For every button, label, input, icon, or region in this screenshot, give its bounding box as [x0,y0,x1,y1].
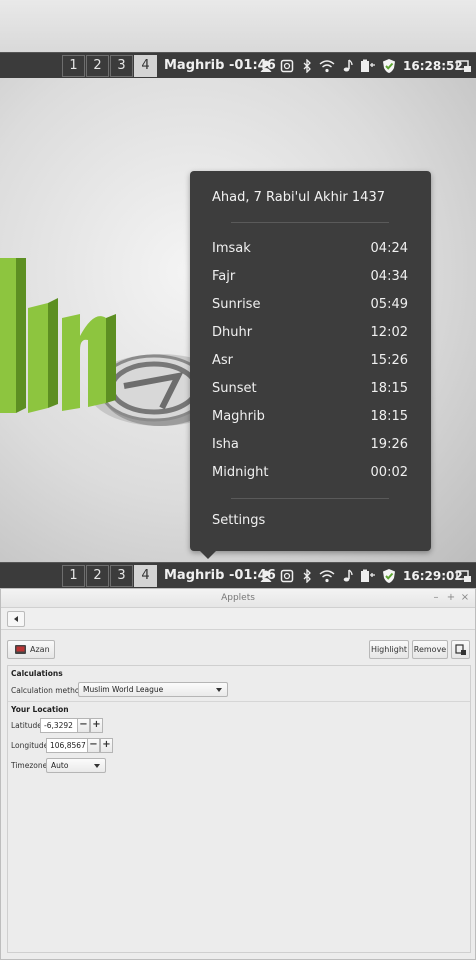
prayer-name: Sunset [212,381,257,396]
bluetooth-icon[interactable] [299,57,315,75]
azan-applet-label: Azan [30,645,50,654]
location-heading: Your Location [11,705,69,714]
sound-icon[interactable] [340,567,356,585]
prayer-time: 18:15 [370,381,408,396]
workspace-2-button[interactable]: 2 [86,55,109,77]
prayer-time: 18:15 [370,409,408,424]
calculations-heading: Calculations [11,669,63,678]
user-icon[interactable] [258,57,274,75]
power-icon[interactable] [360,57,376,75]
workspace-4-button[interactable]: 4 [134,55,157,77]
separator [231,498,389,499]
latitude-field[interactable]: -6,3292 [40,718,78,733]
desktop-top-strip [0,0,476,52]
settings-menu-item[interactable]: Settings [212,513,265,528]
prayer-row-sunset[interactable]: Sunset 18:15 [212,375,408,403]
calculation-method-value: Muslim World League [83,685,164,694]
window-title: Applets [221,593,255,603]
prayer-name: Midnight [212,465,269,480]
timezone-select[interactable]: Auto [46,758,106,773]
prayer-name: Dhuhr [212,325,253,340]
longitude-label: Longitude [11,741,49,750]
prayer-row-isha[interactable]: Isha 19:26 [212,431,408,459]
longitude-increment-button[interactable]: + [100,738,113,753]
timezone-value: Auto [51,761,69,770]
clock[interactable]: 16:29:02 [403,563,463,589]
applet-toolbar: Azan Highlight Remove [1,631,475,663]
latitude-label: Latitude [11,721,42,730]
prayer-row-fajr[interactable]: Fajr 04:34 [212,263,408,291]
clock[interactable]: 16:28:52 [403,53,463,79]
bottom-panel: 1 2 3 4 Maghrib -01:46 16:29:02 [0,562,476,588]
prayer-time: 15:26 [370,353,408,368]
prayer-row-dhuhr[interactable]: Dhuhr 12:02 [212,319,408,347]
workspace-1-button[interactable]: 1 [62,55,85,77]
applets-settings-window: Applets – + × Azan Highlight Remove Calc… [0,588,476,960]
workspace-1-button[interactable]: 1 [62,565,85,587]
latitude-decrement-button[interactable]: − [77,718,90,733]
prayer-name: Fajr [212,269,236,284]
more-button[interactable] [451,640,470,659]
prayer-time: 12:02 [370,325,408,340]
update-shield-icon[interactable] [381,567,397,585]
workspace-3-button[interactable]: 3 [110,565,133,587]
prayer-row-midnight[interactable]: Midnight 00:02 [212,459,408,487]
update-shield-icon[interactable] [381,57,397,75]
sound-icon[interactable] [340,57,356,75]
workspace-3-button[interactable]: 3 [110,55,133,77]
prayer-name: Isha [212,437,239,452]
highlight-button[interactable]: Highlight [369,640,409,659]
back-button[interactable] [7,611,25,627]
prayer-time: 04:24 [370,241,408,256]
azan-applet-button[interactable]: Azan [7,640,55,659]
section-divider [8,701,470,702]
show-desktop-icon[interactable] [456,567,472,585]
applet-icon [15,645,26,654]
maximize-button[interactable]: + [445,591,457,605]
show-desktop-icon[interactable] [456,57,472,75]
prayer-time: 05:49 [370,297,408,312]
workspace-2-button[interactable]: 2 [86,565,109,587]
notes-icon[interactable] [279,57,295,75]
window-titlebar[interactable]: Applets – + × [1,589,475,608]
latitude-increment-button[interactable]: + [90,718,103,733]
notes-icon[interactable] [279,567,295,585]
minimize-button[interactable]: – [430,591,442,605]
longitude-field[interactable]: 106,8567 [46,738,88,753]
timezone-label: Timezone [11,761,48,770]
back-arrow-icon [14,616,18,622]
prayer-name: Asr [212,353,234,368]
prayer-name: Maghrib [212,409,265,424]
bluetooth-icon[interactable] [299,567,315,585]
prayer-name: Imsak [212,241,251,256]
navigation-toolbar [1,608,475,630]
prayer-time: 00:02 [370,465,408,480]
longitude-decrement-button[interactable]: − [87,738,100,753]
top-panel: 1 2 3 4 Maghrib -01:46 16:28:52 [0,52,476,78]
remove-button[interactable]: Remove [412,640,448,659]
popup-pointer [199,550,217,559]
settings-panel: Calculations Calculation method Muslim W… [7,665,471,953]
prayer-row-maghrib[interactable]: Maghrib 18:15 [212,403,408,431]
prayer-row-asr[interactable]: Asr 15:26 [212,347,408,375]
chevron-down-icon [216,688,222,692]
close-button[interactable]: × [459,591,471,605]
hijri-date: Ahad, 7 Rabi'ul Akhir 1437 [212,190,385,205]
separator [231,222,389,223]
wifi-icon[interactable] [319,57,335,75]
prayer-time: 19:26 [370,437,408,452]
user-icon[interactable] [258,567,274,585]
prayer-row-sunrise[interactable]: Sunrise 05:49 [212,291,408,319]
configure-icon [454,644,466,655]
workspace-4-button[interactable]: 4 [134,565,157,587]
prayer-times-menu: Ahad, 7 Rabi'ul Akhir 1437 Imsak 04:24 F… [190,171,431,551]
calculation-method-select[interactable]: Muslim World League [78,682,228,697]
prayer-row-imsak[interactable]: Imsak 04:24 [212,235,408,263]
power-icon[interactable] [360,567,376,585]
wifi-icon[interactable] [319,567,335,585]
prayer-name: Sunrise [212,297,261,312]
prayer-time: 04:34 [370,269,408,284]
chevron-down-icon [94,764,100,768]
calculation-method-label: Calculation method [11,686,85,695]
